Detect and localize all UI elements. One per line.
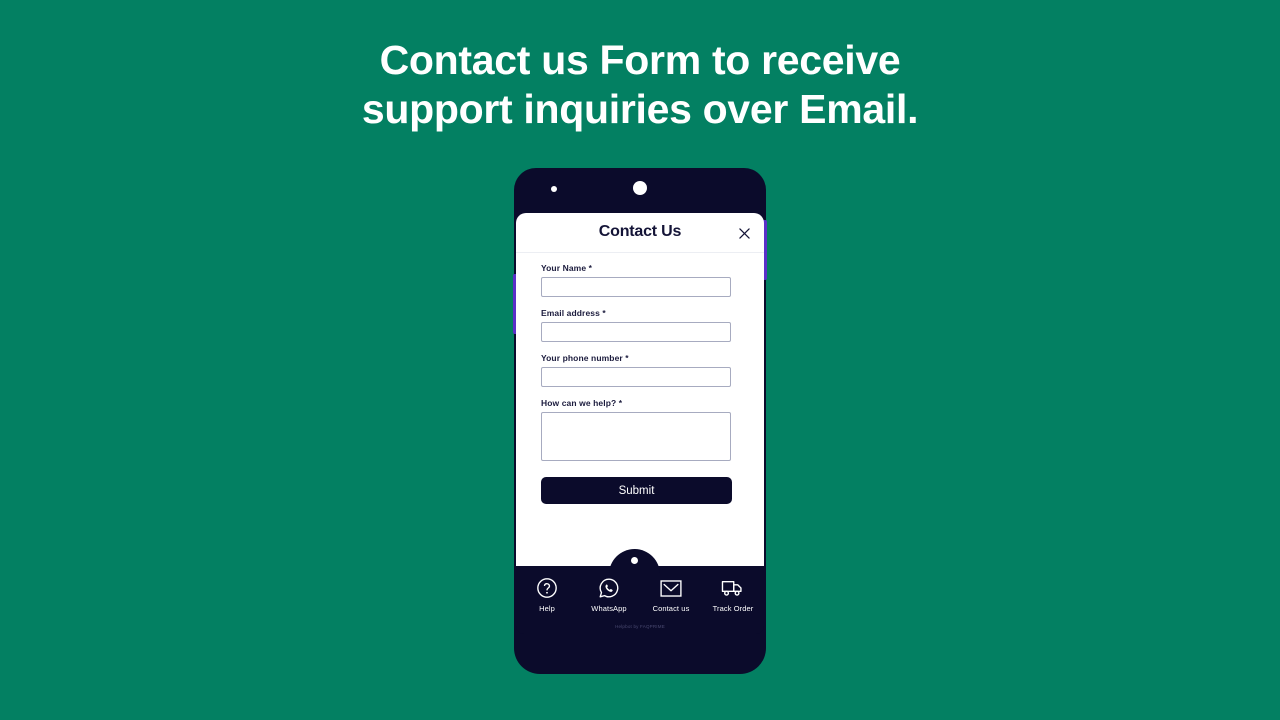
label-email-address: Email address * (541, 308, 606, 318)
camera-dot-icon (633, 181, 647, 195)
bottom-navbar: Help WhatsApp Contact us Track Order Hel… (516, 549, 764, 634)
page-title: Contact us Form to receive support inqui… (0, 36, 1280, 134)
notch-indicator-dot-icon (631, 557, 638, 564)
nav-label-help: Help (539, 604, 555, 613)
nav-item-whatsapp[interactable]: WhatsApp (578, 575, 640, 613)
nav-label-track-order: Track Order (712, 604, 754, 613)
truck-icon (720, 575, 746, 601)
contact-form: Your Name * Email address * Your phone n… (516, 253, 764, 504)
navbar-credit: Helpbot by FAQPRIME (615, 624, 665, 629)
label-your-name: Your Name * (541, 263, 593, 273)
field-email-address: Email address * (541, 308, 739, 342)
headline-line-2: support inquiries over Email. (361, 86, 919, 132)
slide-canvas: Contact us Form to receive support inqui… (0, 0, 1280, 720)
nav-item-contact-us[interactable]: Contact us (640, 575, 702, 613)
submit-button[interactable]: Submit (541, 477, 732, 504)
input-phone-number[interactable] (541, 367, 731, 387)
textarea-how-can-we-help[interactable] (541, 412, 731, 461)
question-circle-icon (534, 575, 560, 601)
field-your-name: Your Name * (541, 263, 739, 297)
field-phone-number: Your phone number * (541, 353, 739, 387)
card-title: Contact Us (598, 223, 682, 240)
field-how-can-we-help: How can we help? * (541, 398, 739, 461)
label-phone-number: Your phone number * (541, 353, 629, 363)
close-icon[interactable] (736, 225, 752, 241)
contact-form-card: Contact Us Your Name * Email address * Y… (516, 213, 764, 566)
envelope-icon (658, 575, 684, 601)
card-header: Contact Us (516, 213, 764, 253)
nav-item-track-order[interactable]: Track Order (702, 575, 764, 613)
whatsapp-icon (596, 575, 622, 601)
label-how-can-we-help: How can we help? * (541, 398, 623, 408)
input-your-name[interactable] (541, 277, 731, 297)
nav-item-help[interactable]: Help (516, 575, 578, 613)
navbar-items: Help WhatsApp Contact us Track Order (516, 566, 764, 613)
headline-line-1: Contact us Form to receive (379, 37, 901, 83)
nav-label-contact-us: Contact us (652, 604, 690, 613)
sensor-dot-icon (551, 186, 557, 192)
input-email-address[interactable] (541, 322, 731, 342)
nav-label-whatsapp: WhatsApp (591, 604, 627, 613)
